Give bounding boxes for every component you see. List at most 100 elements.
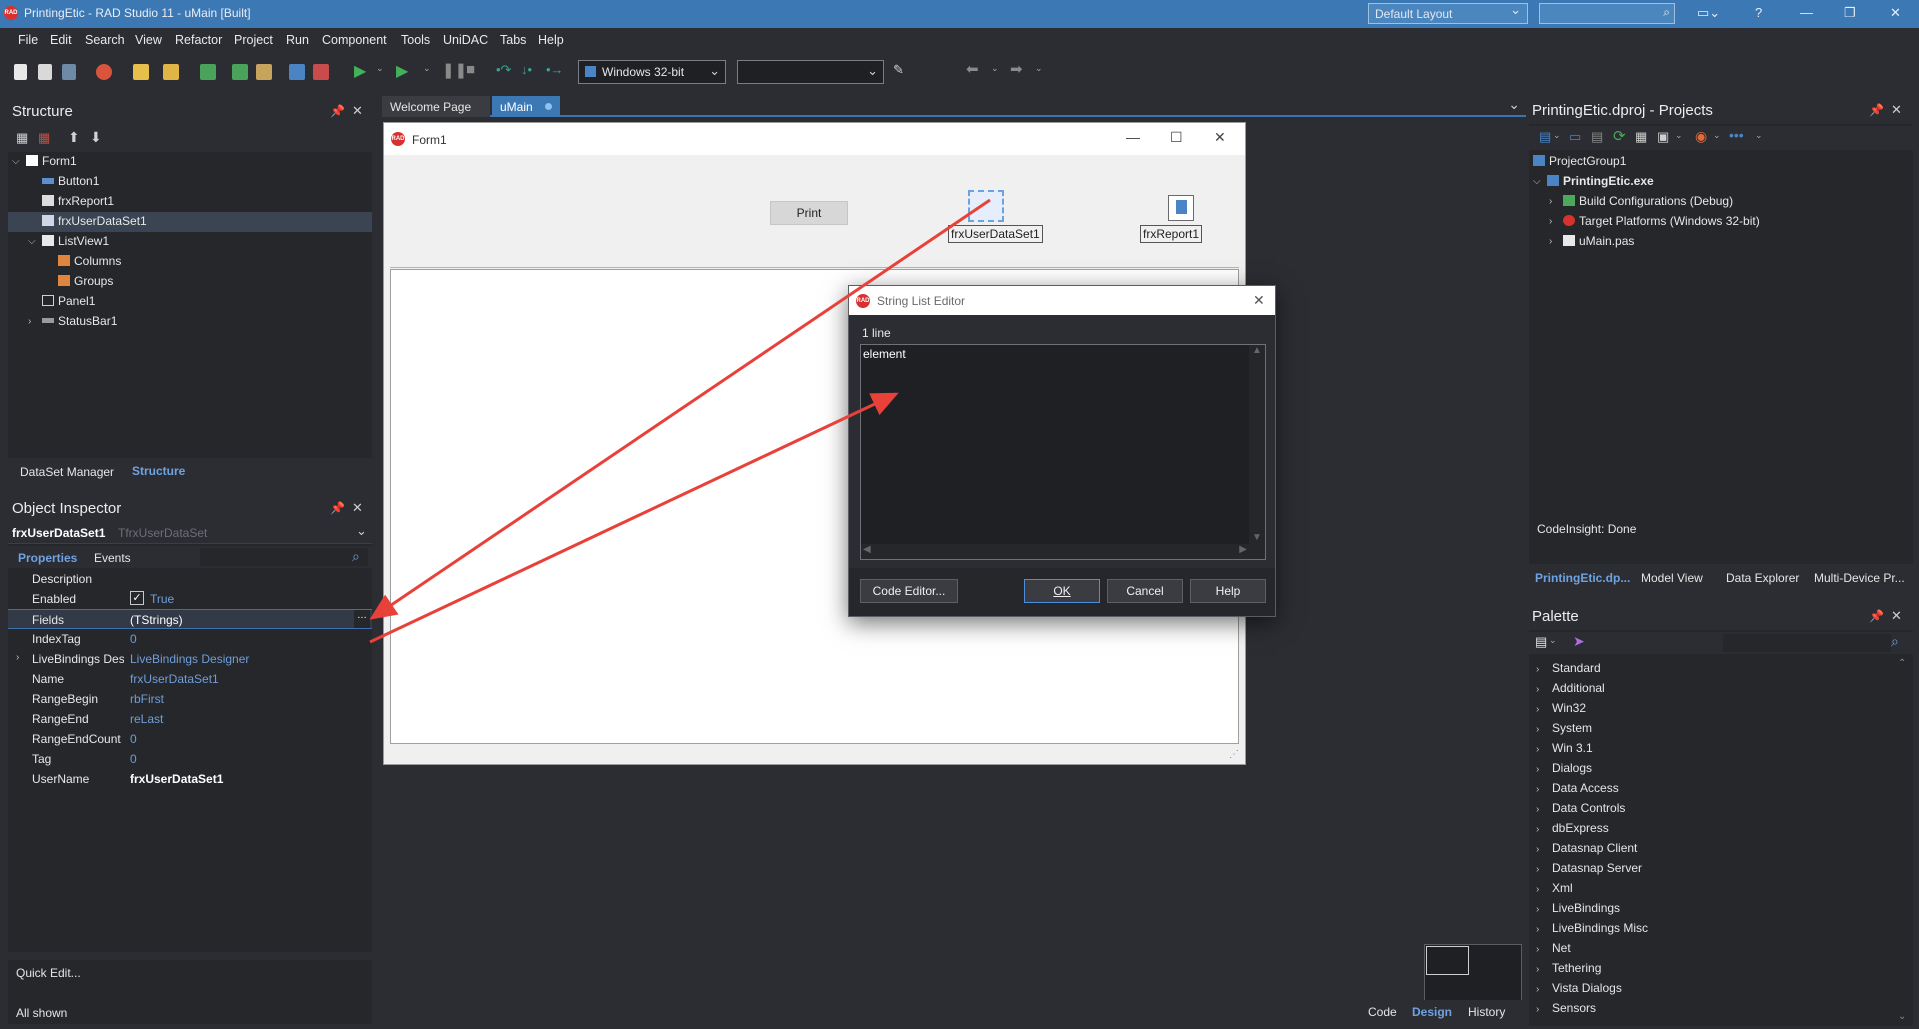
palette-page-icon[interactable]: ▤ [1535,634,1547,650]
menu-edit[interactable]: Edit [50,33,72,47]
tab-welcome-page[interactable]: Welcome Page [382,96,490,117]
tree-item-umain-pas[interactable]: uMain.pas [1563,234,1634,248]
tab-events[interactable]: Events [94,551,131,565]
dataset-component-icon[interactable] [968,190,1004,222]
move-up-icon[interactable]: ⬆ [68,129,80,146]
prop-value[interactable]: rbFirst [130,692,164,706]
expand-icon[interactable]: › [1549,196,1552,207]
menu-file[interactable]: File [18,33,38,47]
save-all-icon[interactable] [232,64,248,80]
tree-item-panel1[interactable]: Panel1 [42,294,95,308]
forward-dropdown-icon[interactable]: ⌄ [1035,63,1043,74]
scroll-down-icon[interactable]: ⌄ [1898,1011,1906,1022]
prop-row-livebindings[interactable]: › LiveBindings Designer LiveBindings Desig… [8,649,372,669]
prop-row-enabled[interactable]: Enabled ✓ True [8,589,372,609]
form-navigator[interactable] [1424,944,1522,1004]
menu-tabs[interactable]: Tabs [500,33,526,47]
code-editor-button[interactable]: Code Editor... [860,579,958,603]
navigator-viewport[interactable] [1426,946,1469,975]
tab-projects[interactable]: PrintingEtic.dp... [1535,571,1630,585]
maximize-icon[interactable]: ☐ [1170,129,1183,146]
run-dropdown-icon[interactable]: ⌄ [376,63,384,74]
tab-multi-device-preview[interactable]: Multi-Device Pr... [1814,571,1905,585]
pin-icon[interactable]: 📌 [330,104,345,118]
prop-value[interactable]: LiveBindings Designer [130,652,249,666]
tree-item-form1[interactable]: Form1 [26,154,77,168]
tree-item-groups[interactable]: Groups [58,274,113,288]
activate-icon[interactable]: ▤ [1539,129,1551,145]
prop-row-rangeend[interactable]: RangeEnd reLast [8,709,372,729]
prop-value[interactable]: 0 [130,732,137,746]
prop-row-name[interactable]: Name frxUserDataSet1 [8,669,372,689]
tab-properties[interactable]: Properties [18,551,77,565]
palette-category[interactable]: › Data Access [1536,781,1619,795]
new-icon[interactable] [14,64,27,80]
move-down-icon[interactable]: ⬇ [90,129,102,146]
prop-row-tag[interactable]: Tag 0 [8,749,372,769]
tab-dataset-manager[interactable]: DataSet Manager [20,465,114,479]
close-icon[interactable]: ✕ [1890,5,1901,21]
expand-icon[interactable]: › [16,652,19,663]
print-button[interactable]: Print [770,201,848,225]
palette-search-input[interactable] [1723,634,1891,652]
tree-item-button1[interactable]: Button1 [42,174,99,188]
close-icon[interactable]: ✕ [1214,129,1226,146]
deploy-icon[interactable]: ◉ [1695,128,1707,145]
build-dropdown-icon[interactable]: ⌄ [1675,130,1683,141]
save-icon[interactable] [200,64,216,80]
report-component-label[interactable]: frxReport1 [1140,225,1203,243]
remove-project-icon[interactable]: ▤ [1591,129,1603,145]
add-component-icon[interactable]: ▦ [16,130,28,146]
palette-category[interactable]: › Sensors [1536,1001,1596,1015]
run-icon[interactable]: ▶ [354,61,366,81]
palette-scrollbar[interactable]: ⌃ ⌄ [1895,658,1911,1024]
prop-row-fields[interactable]: Fields (TStrings)… [8,609,372,629]
palette-category[interactable]: › dbExpress [1536,821,1609,835]
expand-icon[interactable]: › [1549,216,1552,227]
open-folder-icon[interactable] [163,64,179,80]
help-icon[interactable]: ? [1755,5,1762,20]
tab-design[interactable]: Design [1412,1005,1452,1019]
palette-category[interactable]: › Net [1536,941,1571,955]
close-all-icon[interactable] [62,64,76,80]
palette-category[interactable]: › Additional [1536,681,1605,695]
chevron-down-icon[interactable]: ⌄ [1508,96,1520,113]
palette-category[interactable]: › LiveBindings [1536,901,1620,915]
new-form-icon[interactable] [133,64,149,80]
desktop-layout-icon[interactable]: ▭⌄ [1697,5,1720,21]
tree-item-frxreport1[interactable]: frxReport1 [42,194,114,208]
build-icon[interactable]: ▣ [1657,129,1669,145]
prop-row-indextag[interactable]: IndexTag 0 [8,629,372,649]
open-project-icon[interactable] [256,64,272,80]
deploy-dropdown-icon[interactable]: ⌄ [1713,130,1721,141]
expand-all-icon[interactable]: ▦ [1635,129,1647,145]
menu-search[interactable]: Search [85,33,125,47]
scroll-up-icon[interactable]: ▲ [1252,345,1262,356]
tab-data-explorer[interactable]: Data Explorer [1726,571,1799,585]
palette-category[interactable]: › LiveBindings Misc [1536,921,1648,935]
close-icon[interactable]: ✕ [352,500,363,516]
collapse-icon[interactable]: ⌵ [12,156,20,167]
collapse-icon[interactable]: ⌵ [1533,176,1541,187]
more-dropdown-icon[interactable]: ⌄ [1755,130,1763,141]
maximize-icon[interactable]: ❐ [1844,5,1856,21]
tab-code[interactable]: Code [1368,1005,1397,1019]
add-to-project-icon[interactable] [289,64,305,80]
close-icon[interactable]: ✕ [352,103,363,119]
tab-model-view[interactable]: Model View [1641,571,1703,585]
prop-row-description[interactable]: Description [8,569,372,589]
palette-category[interactable]: › System [1536,721,1592,735]
menu-view[interactable]: View [135,33,162,47]
scroll-left-icon[interactable]: ◀ [863,544,871,555]
new-items-icon[interactable] [38,64,52,80]
menu-unidac[interactable]: UniDAC [443,33,488,47]
activate-dropdown-icon[interactable]: ⌄ [1553,130,1561,141]
report-component-icon[interactable] [1168,195,1194,221]
tab-structure[interactable]: Structure [132,464,185,478]
palette-category[interactable]: › Data Controls [1536,801,1625,815]
prop-value[interactable]: 0 [130,632,137,646]
ide-search-input[interactable]: ⌕ [1539,3,1675,24]
tree-item-columns[interactable]: Columns [58,254,121,268]
palette-category[interactable]: › Standard [1536,661,1601,675]
tab-history[interactable]: History [1468,1005,1505,1019]
